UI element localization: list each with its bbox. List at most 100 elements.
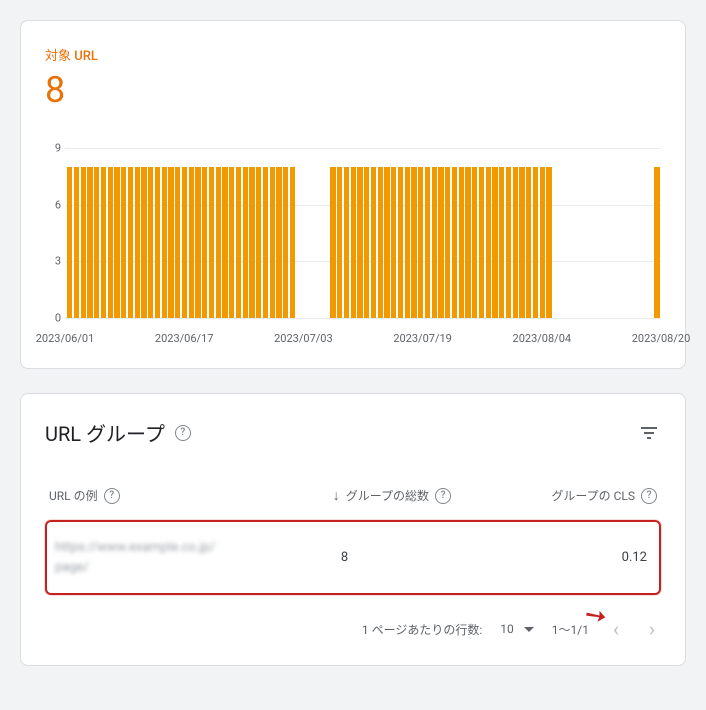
chart-bar [276,167,281,318]
chart-bar [479,167,484,318]
y-tick: 3 [55,255,61,268]
sort-desc-icon: ↓ [333,487,340,504]
chart-bar [445,167,450,318]
prev-page-button[interactable]: ‹ [607,613,625,645]
chart-bar [330,167,335,318]
chart-bar [243,167,248,318]
chart-bar [121,167,126,318]
chart-bar [263,167,268,318]
table-row[interactable]: https://www.example.co.jp/ page/ 8 0.12 [45,520,661,595]
chart-bar [438,167,443,318]
col-header-count[interactable]: ↓ グループの総数 ? [333,487,515,504]
chart-bar [168,167,173,318]
chart-bar [270,167,275,318]
chart-bar [384,167,389,318]
pager: 1 ページあたりの行数: 10 1～1/1 ‹ › ➘ [45,613,661,645]
chart-bar [344,167,349,318]
chart-bar [472,167,477,318]
chart-bar [202,167,207,318]
chart-bar [405,167,410,318]
chevron-down-icon [524,627,534,632]
chart-bar [546,167,551,318]
chart-bar [499,167,504,318]
help-icon[interactable]: ? [104,488,120,504]
chart-bar [465,167,470,318]
chart-bar [162,167,167,318]
help-icon[interactable]: ? [175,425,191,441]
chart-bar [391,167,396,318]
help-icon[interactable]: ? [435,488,451,504]
col-header-count-label: グループの総数 [346,487,429,504]
chart-bar [135,167,140,318]
url-example: https://www.example.co.jp/ page/ [55,538,215,577]
chart-bar [432,167,437,318]
chart-bar [364,167,369,318]
x-tick: 2023/07/19 [393,332,452,345]
col-header-url-label: URL の例 [49,487,98,504]
chart-bar [459,167,464,318]
chart-bar [182,167,187,318]
chart-bar [533,167,538,318]
x-tick: 2023/06/17 [155,332,214,345]
col-header-cls-label: グループの CLS [551,487,635,504]
section-title: URL グループ [45,418,165,447]
x-tick: 2023/08/20 [632,332,691,345]
chart-bar [67,167,72,318]
chart-bar [540,167,545,318]
chart-bar [526,167,531,318]
chart-bar [411,167,416,318]
chart-bar [216,167,221,318]
table-header: URL の例 ? ↓ グループの総数 ? グループの CLS ? [45,487,661,520]
metric-value: 8 [45,72,661,108]
section-header: URL グループ ? [45,418,661,447]
rows-per-page-select[interactable]: 10 [500,622,534,636]
chart-bar [425,167,430,318]
chart-bar [452,167,457,318]
chart-bar [513,167,518,318]
chart-bar [108,167,113,318]
chart-bar [141,167,146,318]
chart-bar [486,167,491,318]
chart-bar [128,167,133,318]
chart-bars [65,148,661,318]
chart-bar [94,167,99,318]
chart-bar [378,167,383,318]
rows-per-page-label: 1 ページあたりの行数: [362,621,482,638]
chart-bar [81,167,86,318]
section-title-wrap: URL グループ ? [45,418,191,447]
chart-bar [371,167,376,318]
chart-bar [337,167,342,318]
chart-bar [357,167,362,318]
url-groups-card: URL グループ ? URL の例 ? ↓ グループの総数 ? グループの CL… [20,393,686,666]
y-tick: 6 [55,198,61,211]
cell-cls: 0.12 [513,550,651,565]
filter-icon[interactable] [637,421,661,445]
next-page-button[interactable]: › [643,613,661,645]
chart-bar [155,167,160,318]
x-tick: 2023/06/01 [36,332,95,345]
chart-bar [175,167,180,318]
chart-bar [229,167,234,318]
chart-bar [148,167,153,318]
chart-bar [222,167,227,318]
chart-bar [189,167,194,318]
cell-count: 8 [323,550,513,565]
col-header-url[interactable]: URL の例 ? [49,487,333,504]
chart-bar [101,167,106,318]
y-tick: 9 [55,142,61,155]
chart-bar [249,167,254,318]
bar-chart: 0369 2023/06/012023/06/172023/07/032023/… [45,148,661,348]
chart-bar [351,167,356,318]
chart-bar [519,167,524,318]
col-header-cls[interactable]: グループの CLS ? [515,487,657,504]
x-tick: 2023/08/04 [513,332,572,345]
chart-bar [195,167,200,318]
chart-bar [492,167,497,318]
chart-bar [398,167,403,318]
help-icon[interactable]: ? [641,488,657,504]
chart-bar [256,167,261,318]
chart-bar [209,167,214,318]
metric-label: 対象 URL [45,45,661,64]
chart-bar [114,167,119,318]
chart-bar [506,167,511,318]
